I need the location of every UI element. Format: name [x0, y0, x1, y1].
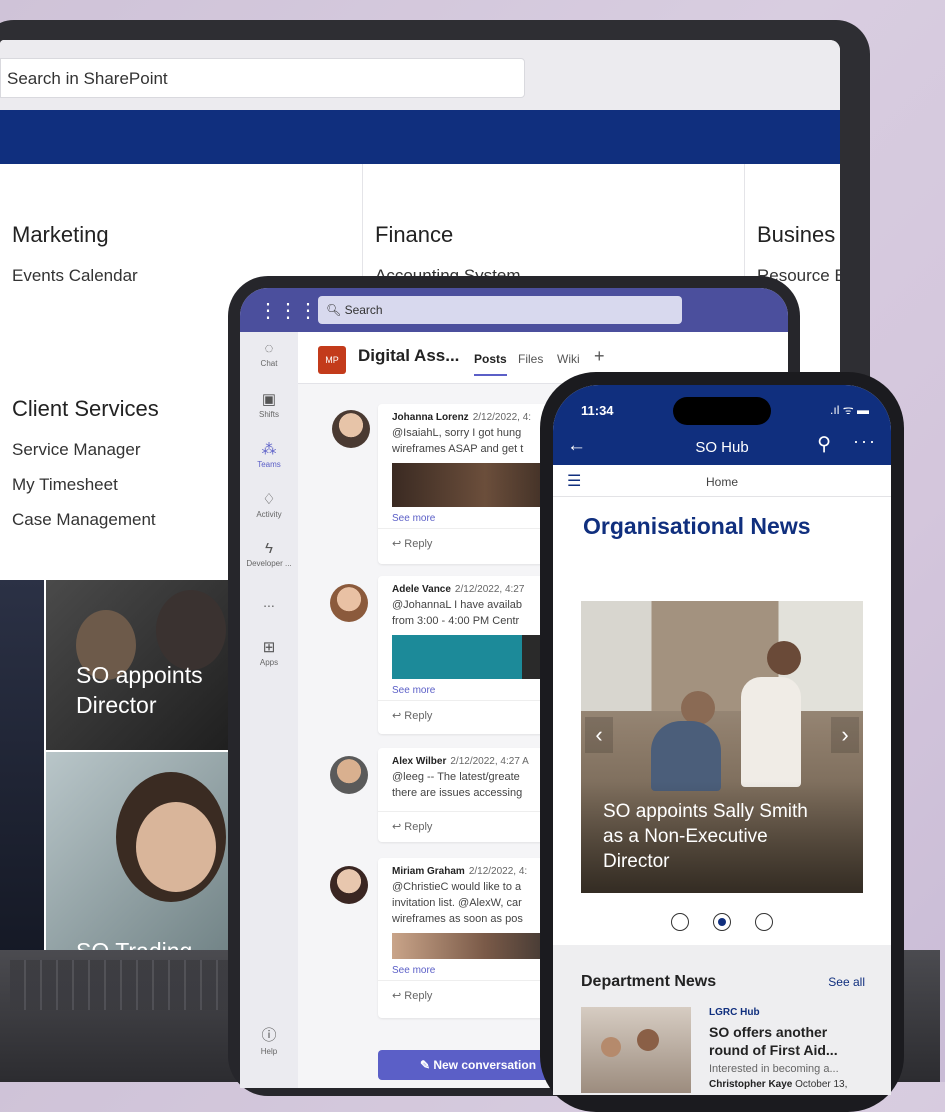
app-title: SO Hub	[695, 439, 749, 456]
sharepoint-search-input[interactable]: Search in SharePoint	[0, 58, 525, 98]
section-heading: Busines	[757, 222, 836, 247]
link-service-manager[interactable]: Service Manager	[12, 440, 141, 460]
sharepoint-banner	[0, 110, 840, 164]
search-placeholder: Search	[344, 303, 383, 317]
link-events-calendar[interactable]: Events Calendar	[12, 266, 138, 286]
news-tile-dark[interactable]	[0, 580, 44, 970]
sharepoint-topbar: Search in SharePoint	[0, 40, 840, 110]
hero-person	[767, 641, 801, 675]
avatar	[330, 584, 368, 622]
department-news: Department News See all LGRC Hub SO offe…	[553, 945, 891, 1095]
news-summary: Interested in becoming a...	[709, 1063, 839, 1075]
chat-icon: ◌	[264, 340, 274, 357]
app-launcher-icon[interactable]: ⋮⋮⋮	[258, 298, 318, 323]
tab-files[interactable]: Files	[518, 352, 543, 366]
news-title: SO appoints Director	[76, 662, 203, 718]
reply-icon: ↩	[392, 821, 405, 833]
developer-icon: ϟ	[265, 540, 273, 557]
news-photo	[156, 590, 226, 670]
thumb-person	[601, 1037, 621, 1057]
news-tile-trading[interactable]: SO Trading	[46, 752, 240, 970]
rail-item-help[interactable]: ⓘ Help	[240, 1024, 298, 1056]
teams-icon: ⁂	[261, 441, 277, 458]
tab-wiki[interactable]: Wiki	[557, 352, 580, 366]
search-icon: 🔍︎	[326, 303, 345, 317]
carousel-dots	[553, 913, 891, 936]
news-tile-appointment[interactable]: SO appoints Director	[46, 580, 240, 750]
teams-search-input[interactable]: 🔍︎ Search	[318, 296, 682, 324]
more-icon[interactable]: ···	[853, 431, 877, 452]
carousel-dot[interactable]	[670, 913, 689, 931]
tab-posts[interactable]: Posts	[474, 352, 507, 376]
dynamic-island	[673, 397, 771, 425]
section-heading: Organisational News	[583, 513, 811, 539]
carousel-next-icon[interactable]: ›	[831, 717, 859, 753]
so-hub-screen: 11:34 .ıl ᯤ ▬ ← SO Hub ⚲ ··· ☰ Home Orga…	[553, 385, 891, 1095]
news-thumbnail[interactable]	[581, 1007, 691, 1093]
hero-window	[581, 601, 863, 711]
rail-item-shifts[interactable]: ▣ Shifts	[240, 390, 298, 419]
hero-person	[681, 691, 715, 725]
team-avatar: MP	[318, 346, 346, 374]
site-nav: ☰ Home	[553, 465, 891, 497]
bell-icon: ♢	[262, 491, 276, 508]
section-heading: Finance	[375, 222, 454, 247]
reply-icon: ↩	[392, 990, 405, 1002]
news-item-title[interactable]: SO offers another round of First Aid...	[709, 1023, 838, 1059]
section-heading: Client Services	[12, 396, 159, 421]
rail-item-apps[interactable]: ⊞ Apps	[240, 638, 298, 667]
add-tab-button[interactable]: +	[594, 346, 605, 367]
search-icon[interactable]: ⚲	[817, 433, 831, 456]
teams-topbar: ⋮⋮⋮ 🔍︎ Search	[240, 288, 788, 332]
link-case-management[interactable]: Case Management	[12, 510, 156, 530]
rail-item-developer[interactable]: ϟ Developer ...	[240, 540, 298, 568]
avatar	[330, 756, 368, 794]
rail-item-teams[interactable]: ⁂ Teams	[240, 440, 298, 469]
carousel-dot-active[interactable]	[713, 913, 731, 931]
thumb-person	[637, 1029, 659, 1051]
hero-person	[741, 677, 801, 787]
nav-home[interactable]: Home	[553, 475, 891, 489]
news-byline: Christopher Kaye October 13,	[709, 1079, 848, 1090]
section-heading: Marketing	[12, 222, 109, 247]
team-name[interactable]: Digital Ass...	[358, 346, 459, 366]
see-all-link[interactable]: See all	[828, 975, 865, 989]
rail-item-chat[interactable]: ◌ Chat	[240, 340, 298, 368]
rail-item-more[interactable]: ...	[240, 594, 298, 610]
teams-app-rail: ◌ Chat ▣ Shifts ⁂ Teams ♢ Activity ϟ Develope…	[240, 332, 298, 1088]
phone-frame: 11:34 .ıl ᯤ ▬ ← SO Hub ⚲ ··· ☰ Home Orga…	[540, 372, 904, 1112]
status-indicators-icon: .ıl ᯤ ▬	[830, 403, 869, 417]
help-icon: ⓘ	[261, 1027, 277, 1044]
news-site-name[interactable]: LGRC Hub	[709, 1007, 760, 1018]
reply-icon: ↩	[392, 538, 405, 550]
hero-caption: SO appoints Sally Smith as a Non-Executi…	[603, 801, 808, 872]
avatar	[332, 410, 370, 448]
rail-item-activity[interactable]: ♢ Activity	[240, 490, 298, 519]
status-time: 11:34	[581, 403, 614, 418]
compose-icon: ✎	[419, 1058, 434, 1072]
carousel-prev-icon[interactable]: ‹	[585, 717, 613, 753]
apps-icon: ⊞	[262, 639, 276, 656]
avatar	[330, 866, 368, 904]
news-photo	[136, 802, 216, 892]
carousel-dot[interactable]	[755, 913, 774, 931]
keyboard	[10, 960, 230, 1010]
shifts-icon: ▣	[261, 391, 277, 408]
app-header: 11:34 .ıl ᯤ ▬ ← SO Hub ⚲ ···	[553, 385, 891, 465]
reply-icon: ↩	[392, 710, 405, 722]
link-my-timesheet[interactable]: My Timesheet	[12, 475, 118, 495]
department-news-heading: Department News	[581, 973, 717, 990]
